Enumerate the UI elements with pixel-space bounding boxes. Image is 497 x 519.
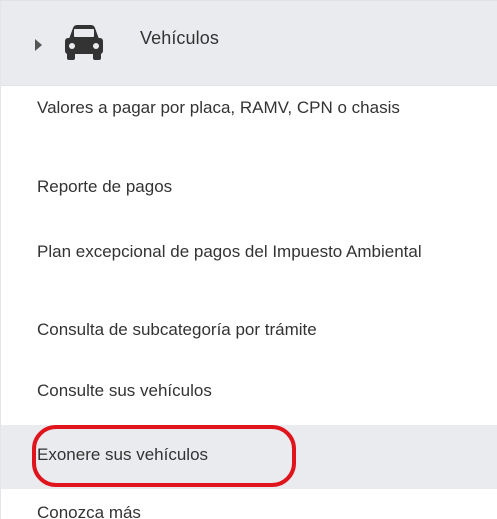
menu-item-reporte-de-pagos[interactable]: Reporte de pagos	[1, 177, 497, 196]
caret-right-icon[interactable]	[35, 39, 42, 51]
menu-item-label: Plan excepcional de pagos del Impuesto A…	[37, 242, 422, 261]
menu-item-consulte-vehiculos[interactable]: Consulte sus vehículos	[1, 381, 497, 400]
menu-item-plan-excepcional[interactable]: Plan excepcional de pagos del Impuesto A…	[1, 242, 497, 261]
menu-item-label: Reporte de pagos	[37, 177, 173, 196]
menu-item-label: Consulte sus vehículos	[37, 381, 212, 400]
menu-item-label: Valores a pagar por placa, RAMV, CPN o c…	[37, 98, 400, 117]
menu-item-consulta-subcategoria[interactable]: Consulta de subcategoría por trámite	[1, 320, 497, 339]
menu-item-label: Consulta de subcategoría por trámite	[37, 320, 317, 339]
section-header-vehiculos[interactable]: Vehículos	[1, 0, 497, 86]
menu-item-label: Exonere sus vehículos	[37, 445, 209, 464]
section-title: Vehículos	[140, 28, 219, 48]
menu-item-label: Conozca más	[37, 503, 141, 519]
vehicles-menu: Vehículos Valores a pagar por placa, RAM…	[0, 0, 497, 519]
menu-item-exonere-vehiculos[interactable]: Exonere sus vehículos	[1, 425, 497, 489]
menu-item-conozca-mas[interactable]: Conozca más	[1, 503, 497, 519]
car-icon	[65, 25, 103, 60]
menu-item-valores-a-pagar[interactable]: Valores a pagar por placa, RAMV, CPN o c…	[1, 98, 497, 117]
